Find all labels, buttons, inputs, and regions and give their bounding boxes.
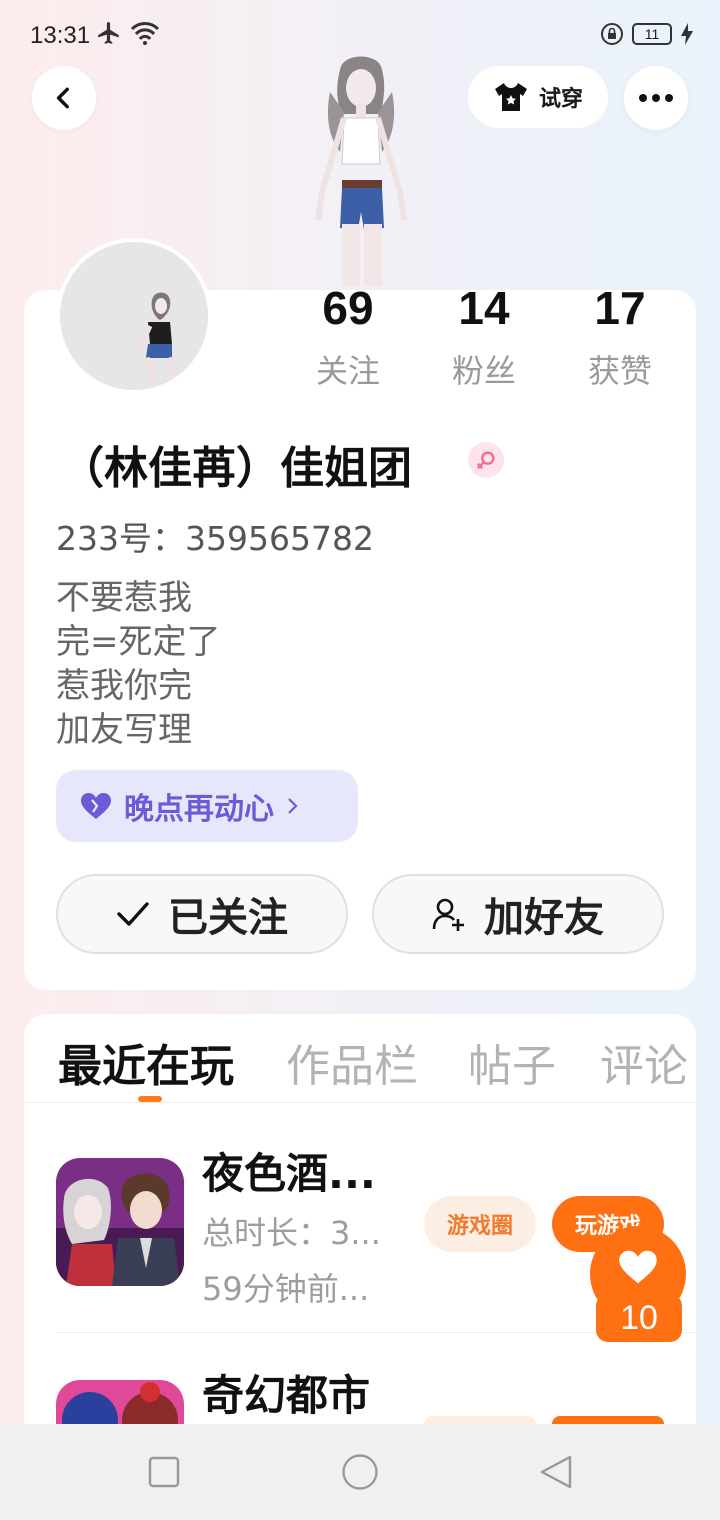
user-name: （林佳苒）佳姐团 [60,443,412,494]
avatar-figure[interactable] [300,52,422,290]
following-label: 关注 [315,352,380,390]
followers-stat[interactable]: 14 粉丝 [416,282,552,392]
add-user-icon [432,898,464,931]
profile-stats: 69 关注 14 粉丝 17 获赞 [280,282,700,392]
user-bio: 不要惹我 完=死定了 惹我你完 加友写理 [56,576,221,752]
profile-avatar[interactable] [56,238,212,394]
following-count: 69 [322,282,374,334]
tab-recently-played[interactable]: 最近在玩 [58,1030,234,1094]
game-duration: 总时长：3... [202,1214,381,1252]
followed-label: 已关注 [168,895,288,941]
game-icon[interactable] [56,1158,184,1286]
add-friend-label: 加好友 [484,895,604,941]
likes-count: 17 [594,282,646,334]
following-stat[interactable]: 69 关注 [280,282,416,392]
back-nav-icon[interactable] [538,1454,574,1490]
bio-line: 完=死定了 [56,622,221,662]
game-last-played: 59分钟前... [202,1270,370,1308]
recents-icon[interactable] [148,1456,180,1488]
battery-indicator: 11 [632,23,672,45]
tab-posts[interactable]: 帖子 [468,1030,556,1094]
mood-label: 晚点再动心 [124,792,274,827]
user-id: 233号：359565782 [56,519,374,558]
followed-button[interactable]: 已关注 [56,874,348,954]
airplane-icon [98,22,119,44]
chevron-right-icon [288,798,298,814]
game-icon[interactable] [56,1380,184,1424]
try-on-button[interactable]: 试穿 [468,66,608,128]
more-dots-icon [639,94,673,102]
heart-icon [619,1250,657,1284]
home-icon[interactable] [341,1453,379,1491]
game-circle-button[interactable]: 游戏圈 [424,1196,536,1252]
back-button[interactable] [32,66,96,130]
likes-label: 获赞 [587,352,652,390]
tab-comments[interactable]: 评论 [600,1030,688,1094]
bio-line: 加友写理 [56,710,192,750]
chevron-left-icon [56,87,69,109]
bio-line: 不要惹我 [56,578,192,618]
game-title[interactable]: 夜色酒... [202,1140,376,1201]
likes-stat[interactable]: 17 获赞 [552,282,688,392]
like-count: 10 [596,1294,682,1342]
more-button[interactable] [624,66,688,130]
lock-rotation-icon [601,23,623,45]
mood-chip[interactable]: 晚点再动心 [56,770,358,842]
avatar-image [60,242,208,390]
game-title[interactable]: 奇幻都市 [202,1362,370,1423]
play-game-button[interactable] [552,1416,664,1424]
system-nav-bar [0,1424,720,1520]
check-icon [117,902,149,926]
add-friend-button[interactable]: 加好友 [372,874,664,954]
game-circle-button[interactable] [424,1416,536,1424]
status-time: 13:31 [30,22,91,49]
followers-label: 粉丝 [451,352,516,390]
tshirt-icon [494,83,527,111]
bio-line: 惹我你完 [56,666,192,706]
followers-count: 14 [458,282,510,334]
wifi-icon [130,22,160,45]
try-on-label: 试穿 [538,87,583,112]
female-icon [468,442,504,478]
charging-icon [681,23,693,45]
tab-works[interactable]: 作品栏 [286,1030,418,1094]
heart-icon [81,793,111,819]
